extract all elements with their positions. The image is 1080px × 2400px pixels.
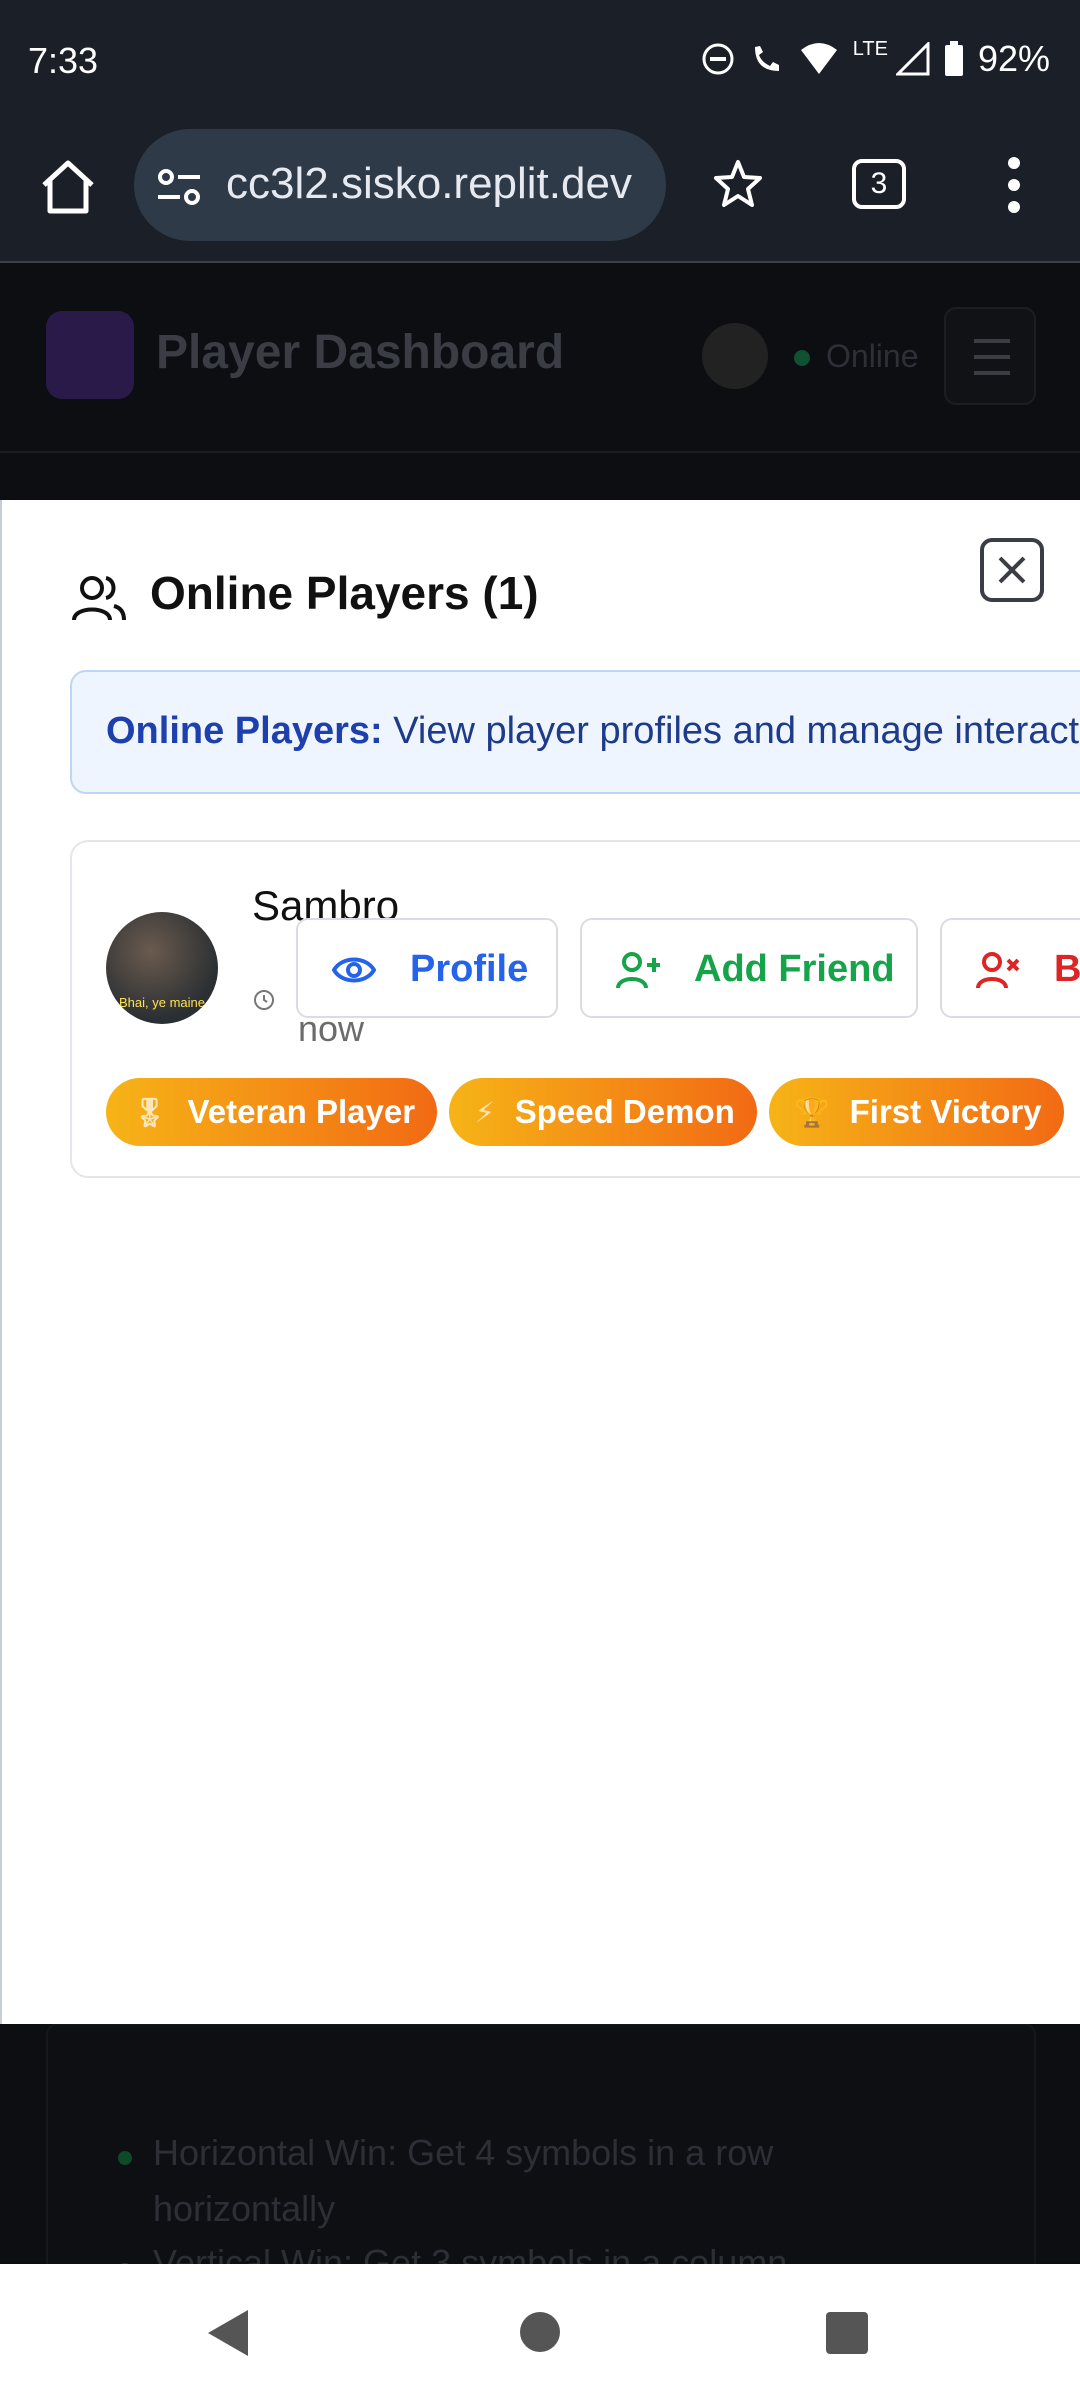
eye-icon bbox=[332, 957, 376, 983]
badge-first-victory: 🏆 First Victory bbox=[768, 1078, 1064, 1146]
achievement-badges: 🎖 Veteran Player ⚡ Speed Demon 🏆 First V… bbox=[106, 1078, 1064, 1146]
status-bar: 7:33 LTE 92% bbox=[0, 0, 1080, 125]
badge-speed-demon: ⚡ Speed Demon bbox=[449, 1078, 757, 1146]
add-friend-button[interactable]: Add Friend bbox=[580, 918, 918, 1018]
tab-switcher-button[interactable]: 3 bbox=[852, 159, 906, 209]
profile-button[interactable]: Profile bbox=[296, 918, 558, 1018]
browser-toolbar: cc3l2.sisko.replit.dev 3 bbox=[0, 125, 1080, 263]
badge-veteran-player: 🎖 Veteran Player bbox=[106, 1078, 438, 1146]
medal-icon: 🎖 bbox=[132, 1096, 168, 1128]
app-header: Player Dashboard Online bbox=[0, 263, 1080, 453]
modal-title: Online Players (1) bbox=[150, 567, 539, 619]
online-status: Online bbox=[826, 338, 919, 374]
online-players-modal: Online Players (1) Online Players: View … bbox=[0, 500, 1080, 2024]
battery-icon bbox=[944, 41, 963, 76]
lightning-icon: ⚡ bbox=[475, 1096, 495, 1128]
address-bar[interactable]: cc3l2.sisko.replit.dev bbox=[134, 129, 666, 241]
more-vert-icon[interactable] bbox=[1000, 155, 1028, 215]
status-icons: LTE 92% bbox=[701, 38, 1050, 80]
url-text: cc3l2.sisko.replit.dev bbox=[226, 159, 632, 208]
system-nav-bar bbox=[0, 2264, 1080, 2400]
home-icon[interactable] bbox=[36, 155, 100, 219]
close-button[interactable] bbox=[980, 538, 1044, 602]
info-banner: Online Players: View player profiles and… bbox=[70, 670, 1080, 794]
bullet-icon bbox=[118, 2151, 132, 2165]
user-avatar[interactable] bbox=[702, 323, 768, 389]
do-not-disturb-icon bbox=[702, 43, 734, 75]
users-icon bbox=[72, 576, 126, 621]
status-time: 7:33 bbox=[28, 40, 99, 81]
battery-percent: 92% bbox=[977, 38, 1050, 79]
app-title: Player Dashboard bbox=[156, 326, 565, 379]
info-label: Online Players: bbox=[106, 710, 383, 752]
home-nav-icon[interactable] bbox=[520, 2312, 560, 2352]
rule-item: Horizontal Win: Get 4 symbols in a row h… bbox=[153, 2132, 774, 2229]
avatar-caption: Bhai, ye maine bbox=[119, 995, 205, 1010]
user-plus-icon bbox=[616, 952, 660, 989]
bookmark-star-icon[interactable] bbox=[712, 158, 764, 210]
player-avatar[interactable]: Bhai, ye maine bbox=[106, 912, 218, 1024]
info-text: View player profiles and manage interact bbox=[382, 710, 1080, 752]
online-indicator-icon bbox=[794, 350, 810, 366]
wifi-icon bbox=[800, 43, 837, 74]
wifi-call-icon bbox=[754, 46, 779, 71]
back-icon[interactable] bbox=[206, 2308, 250, 2358]
signal-icon bbox=[895, 42, 930, 76]
hamburger-menu-button[interactable] bbox=[944, 307, 1036, 405]
block-button[interactable]: Bl bbox=[940, 918, 1080, 1018]
site-settings-icon[interactable] bbox=[156, 167, 202, 207]
user-x-icon bbox=[976, 952, 1020, 989]
network-type: LTE bbox=[852, 37, 888, 60]
close-icon bbox=[998, 556, 1026, 584]
recents-icon[interactable] bbox=[826, 2312, 868, 2354]
clock-icon bbox=[254, 990, 274, 1010]
player-card: Bhai, ye maine Sambro now Profile Add Fr… bbox=[70, 840, 1080, 1178]
trophy-icon: 🏆 bbox=[794, 1096, 830, 1128]
gamepad-logo-icon bbox=[46, 311, 134, 399]
